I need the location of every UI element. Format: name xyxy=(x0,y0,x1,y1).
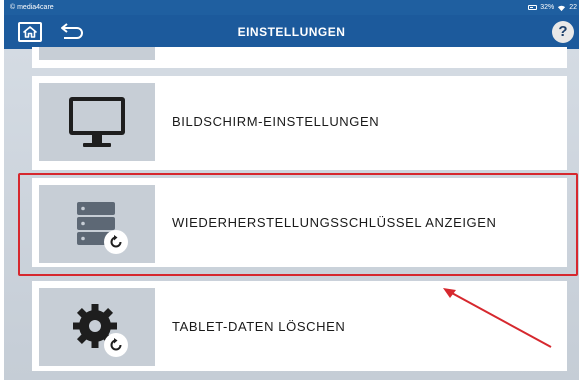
settings-list: BILDSCHIRM-EINSTELLUNGEN WIEDERHERSTELLU… xyxy=(4,47,579,380)
settings-item-partial[interactable] xyxy=(32,47,567,68)
gear-restore-icon xyxy=(73,304,128,357)
help-button[interactable]: ? xyxy=(552,21,574,43)
server-restore-icon xyxy=(77,202,128,254)
settings-item-label: TABLET-DATEN LÖSCHEN xyxy=(172,319,346,334)
settings-item-label: BILDSCHIRM-EINSTELLUNGEN xyxy=(172,114,380,129)
home-icon xyxy=(23,26,37,38)
wifi-icon xyxy=(558,5,566,11)
status-extra: 22 xyxy=(569,4,577,11)
page-title: EINSTELLUNGEN xyxy=(237,25,346,39)
settings-item-label: WIEDERHERSTELLUNGSSCHLÜSSEL ANZEIGEN xyxy=(172,215,497,230)
icon-tile xyxy=(39,185,155,263)
battery-icon xyxy=(528,5,538,10)
settings-item-wipe-data[interactable]: TABLET-DATEN LÖSCHEN xyxy=(32,281,567,371)
status-right: 32% 22 xyxy=(528,0,577,15)
top-navigation-bar: EINSTELLUNGEN ? xyxy=(4,15,579,49)
monitor-icon xyxy=(69,97,125,147)
back-button[interactable] xyxy=(58,23,86,41)
partial-icon xyxy=(39,47,155,60)
icon-tile xyxy=(39,288,155,366)
settings-item-recovery-key[interactable]: WIEDERHERSTELLUNGSSCHLÜSSEL ANZEIGEN xyxy=(32,178,567,267)
battery-level: 32% xyxy=(540,4,555,11)
icon-tile xyxy=(39,83,155,161)
home-button[interactable] xyxy=(18,22,42,42)
status-app-name: © media4care xyxy=(10,4,54,11)
status-bar: © media4care 32% 22 xyxy=(4,0,579,15)
back-arrow-icon xyxy=(61,23,83,39)
tablet-screen: © media4care 32% 22 EINSTELLUNGEN ? BILD… xyxy=(4,0,579,380)
settings-item-display[interactable]: BILDSCHIRM-EINSTELLUNGEN xyxy=(32,76,567,170)
